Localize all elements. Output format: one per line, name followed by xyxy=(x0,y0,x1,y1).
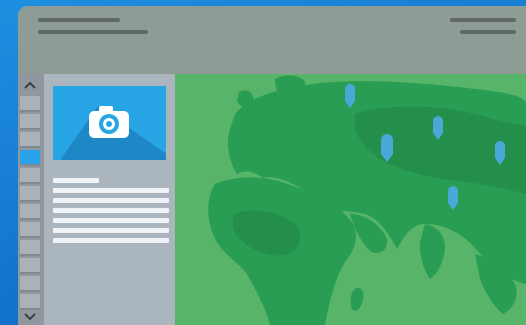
title-line xyxy=(38,18,120,22)
text-line xyxy=(53,228,169,233)
scroll-track-segment xyxy=(20,168,40,184)
text-line xyxy=(53,218,169,223)
camera-icon xyxy=(89,106,129,138)
title-bar xyxy=(18,6,526,74)
menu-line xyxy=(460,30,516,34)
map-graphic xyxy=(208,75,526,325)
britain-landmass xyxy=(237,90,254,108)
world-map[interactable] xyxy=(175,74,526,325)
scroll-thumb[interactable] xyxy=(20,150,40,166)
scroll-track-segment xyxy=(20,186,40,202)
text-line xyxy=(53,208,169,213)
india-landmass xyxy=(419,224,445,279)
chevron-up-icon[interactable] xyxy=(20,80,40,92)
scroll-track-segment xyxy=(20,204,40,220)
scroll-track-segment xyxy=(20,240,40,256)
text-line xyxy=(53,198,169,203)
scroll-track-segment xyxy=(20,96,40,112)
scroll-track-segment xyxy=(20,114,40,130)
app-window xyxy=(18,6,526,325)
madagascar-landmass xyxy=(350,288,364,311)
text-line xyxy=(53,188,169,193)
scroll-track-segment xyxy=(20,222,40,238)
text-line xyxy=(53,238,169,243)
scroll-track-segment xyxy=(20,294,40,310)
vertical-scrollbar[interactable] xyxy=(18,74,44,325)
menu-line xyxy=(450,18,516,22)
title-line xyxy=(38,30,148,34)
text-line xyxy=(53,178,99,183)
scroll-track-segment xyxy=(20,258,40,274)
scroll-track-segment xyxy=(20,132,40,148)
image-thumbnail[interactable] xyxy=(53,86,166,160)
scroll-track-segment xyxy=(20,276,40,292)
hamburger-menu-icon[interactable] xyxy=(442,14,520,40)
chevron-down-icon[interactable] xyxy=(20,312,40,324)
sidebar-panel xyxy=(44,74,175,325)
